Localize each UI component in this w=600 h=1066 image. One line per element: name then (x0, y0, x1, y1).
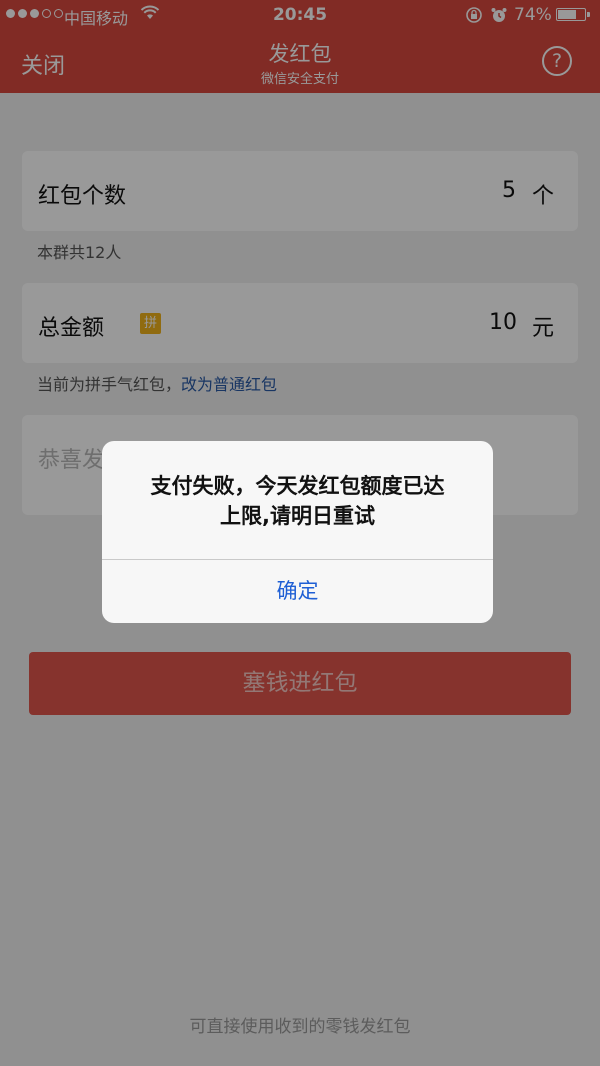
alert-message-line-1: 支付失败，今天发红包额度已达 (150, 474, 445, 498)
alert-ok-button[interactable]: 确定 (102, 560, 493, 623)
alert-message: 支付失败，今天发红包额度已达 上限,请明日重试 (122, 471, 473, 531)
alert-dialog: 支付失败，今天发红包额度已达 上限,请明日重试 确定 (102, 441, 493, 623)
alert-message-line-2: 上限,请明日重试 (220, 504, 375, 528)
